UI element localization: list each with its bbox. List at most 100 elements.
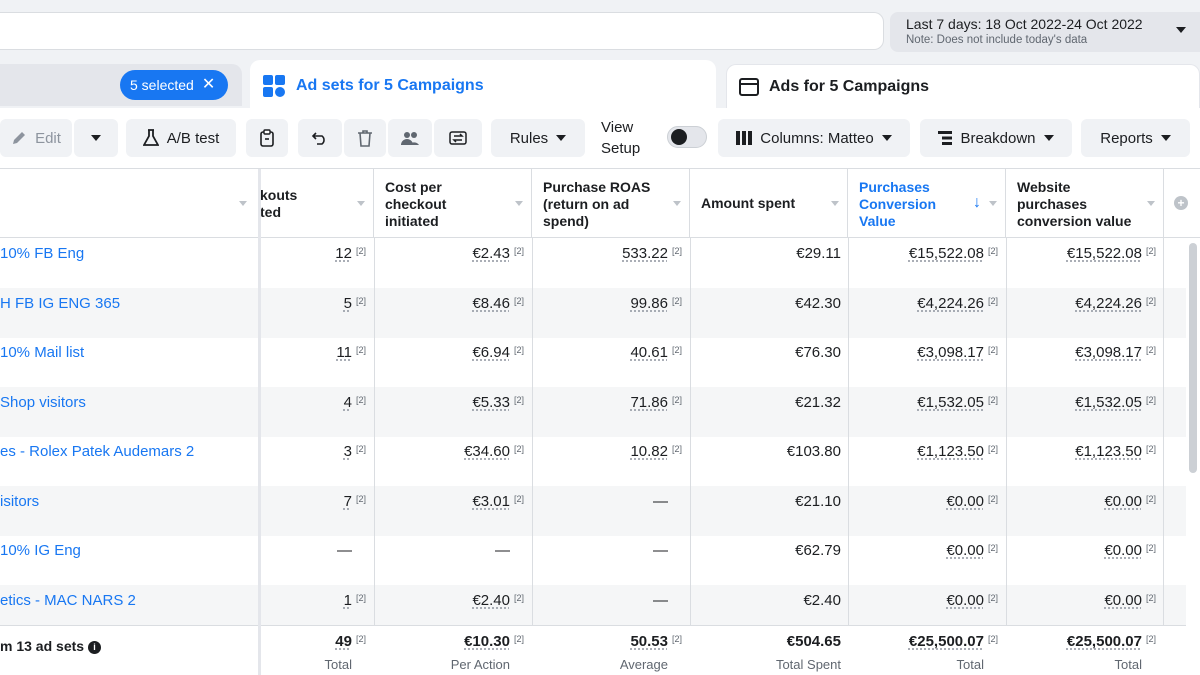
column-divider — [1163, 535, 1164, 585]
footnote-marker: [2] — [513, 592, 524, 603]
ad-set-name-link[interactable]: 10% IG Eng — [0, 535, 260, 585]
people-icon — [401, 132, 419, 145]
footnote-marker: [2] — [513, 493, 524, 504]
cell-value: €15,522.08 — [908, 245, 984, 262]
ad-set-name-link[interactable]: 10% Mail list — [0, 337, 260, 387]
ad-set-name-link[interactable]: isitors — [0, 486, 260, 536]
ad-set-name-link[interactable]: es - Rolex Patek Audemars 2 — [0, 436, 260, 486]
table-row[interactable]: H FB IG ENG 365 5 [2] €8.46 [2] 99.86 [2] €42.3… — [0, 287, 1186, 338]
delete-button[interactable] — [344, 119, 386, 157]
cell-value: €2.40 — [472, 591, 510, 609]
footnote-marker: [2] — [987, 444, 998, 454]
footnote-marker: [2] — [1145, 246, 1156, 256]
column-divider — [1163, 287, 1164, 338]
toggle-knob — [671, 129, 687, 145]
date-range-picker[interactable]: Last 7 days: 18 Oct 2022-24 Oct 2022 Not… — [890, 12, 1200, 52]
ad-set-name-link[interactable]: H FB IG ENG 365 — [0, 288, 260, 338]
info-icon[interactable]: i — [88, 640, 102, 654]
column-divider — [1006, 535, 1007, 585]
column-header-name[interactable] — [0, 169, 260, 238]
column-divider — [1006, 485, 1007, 536]
close-icon[interactable]: ✕ — [202, 77, 215, 93]
column-divider — [374, 337, 375, 387]
ad-set-name-link[interactable]: 10% FB Eng — [0, 238, 260, 288]
cell-pcv: €0.00 [2] — [848, 535, 998, 585]
table-row[interactable]: 10% IG Eng — — — €62.79 €0.00 [2] €0.00 [2] — [0, 535, 1186, 585]
column-divider — [374, 535, 375, 585]
total-spent: €504.65 Total Spent — [690, 626, 841, 675]
column-header-cost-per-checkout[interactable]: Cost per checkout initiated — [374, 169, 532, 238]
search-bar[interactable] — [0, 12, 884, 50]
cell-value: €21.32 — [795, 393, 841, 411]
table-row[interactable]: Shop visitors 4 [2] €5.33 [2] 71.86 [2] €21.32 €… — [0, 386, 1186, 437]
cell-value: 12 — [335, 245, 352, 262]
table-row[interactable]: isitors 7 [2] €3.01 [2] — €21.10 €0.00 [2] €0.00[… — [0, 485, 1186, 536]
cell-value: €8.46 — [472, 294, 510, 312]
column-header-amount-spent[interactable]: Amount spent — [690, 169, 848, 238]
cell-pcv: €15,522.08 [2] — [848, 238, 998, 288]
scrollbar-thumb[interactable] — [1189, 243, 1197, 473]
table-row[interactable]: es - Rolex Patek Audemars 2 3 [2] €34.60 [2]… — [0, 436, 1186, 486]
trash-icon — [358, 130, 372, 147]
total-wpcv-value: €25,500.07 — [1066, 633, 1142, 650]
column-divider — [532, 287, 533, 338]
wpcv-header-line2: purchases — [1017, 196, 1088, 212]
total-roas-value: 50.53 — [630, 633, 668, 650]
cell-value: €3,098.17 — [917, 344, 984, 361]
column-divider — [374, 238, 375, 288]
column-divider — [690, 436, 691, 486]
chevron-down-icon — [1043, 135, 1054, 141]
footnote-marker: [2] — [987, 634, 998, 644]
footnote-marker: [2] — [987, 543, 998, 553]
footnote-marker: [2] — [355, 246, 366, 256]
breakdown-button[interactable]: Breakdown — [920, 119, 1072, 157]
cell-cost: €6.94 [2] — [374, 337, 524, 387]
reports-button[interactable]: Reports — [1081, 119, 1190, 157]
column-header-website-value[interactable]: Website purchases conversion value — [1006, 169, 1164, 238]
breakdown-icon — [938, 131, 953, 145]
cell-value: 4 — [343, 393, 352, 411]
column-header-checkouts[interactable]: kouts ted — [260, 169, 374, 238]
footnote-marker: [2] — [1145, 592, 1156, 603]
cell-pcv: €4,224.26 [2] — [848, 288, 998, 338]
cell-cost: €34.60 [2] — [374, 436, 524, 486]
footnote-marker: [2] — [355, 345, 366, 355]
table-row[interactable]: 10% FB Eng 12 [2] €2.43 [2] 533.22 [2] €29.11 €1… — [0, 238, 1186, 288]
ab-test-button[interactable]: A/B test — [126, 119, 236, 157]
chevron-down-icon — [881, 135, 892, 141]
totals-title-label: m 13 ad sets — [0, 638, 85, 654]
pcv-header-line3: Value — [859, 213, 896, 229]
column-divider — [1006, 386, 1007, 437]
undo-button[interactable] — [298, 119, 342, 157]
edit-button[interactable]: Edit — [0, 119, 72, 157]
cell-roas: — — [532, 535, 682, 585]
checkouts-header-line2: ted — [260, 204, 281, 220]
column-divider — [532, 485, 533, 536]
tab-ads[interactable]: Ads for 5 Campaigns — [726, 64, 1200, 108]
ad-set-name-link[interactable]: Shop visitors — [0, 387, 260, 437]
duplicate-button[interactable] — [246, 119, 288, 157]
export-button[interactable] — [434, 119, 482, 157]
vertical-scrollbar[interactable] — [1186, 238, 1200, 675]
column-divider — [1163, 238, 1164, 288]
cell-value: 71.86 — [630, 393, 668, 411]
roas-header-line1: Purchase ROAS — [543, 179, 651, 195]
footnote-marker: [2] — [355, 295, 366, 306]
table-row[interactable]: 10% Mail list 11 [2] €6.94 [2] 40.61 [2] €76.30… — [0, 337, 1186, 387]
rules-button[interactable]: Rules — [491, 119, 585, 157]
cell-roas: — — [532, 486, 682, 536]
date-range-note: Note: Does not include today's data — [906, 34, 1088, 46]
add-column-button[interactable]: + — [1163, 169, 1200, 238]
column-header-roas[interactable]: Purchase ROAS (return on ad spend) — [532, 169, 690, 238]
columns-button[interactable]: Columns: Matteo — [718, 119, 910, 157]
footnote-marker: [2] — [513, 634, 524, 644]
column-divider — [690, 535, 691, 585]
view-setup-toggle[interactable] — [667, 126, 707, 148]
edit-dropdown-button[interactable] — [74, 119, 118, 157]
column-header-purchases-value[interactable]: Purchases Conversion Value ↓ — [848, 169, 1006, 238]
footnote-marker: [2] — [987, 592, 998, 603]
tab-ad-sets[interactable]: Ad sets for 5 Campaigns — [250, 60, 716, 112]
column-divider — [848, 485, 849, 536]
audience-button[interactable] — [388, 119, 432, 157]
selected-chip[interactable]: 5 selected ✕ — [120, 70, 228, 100]
